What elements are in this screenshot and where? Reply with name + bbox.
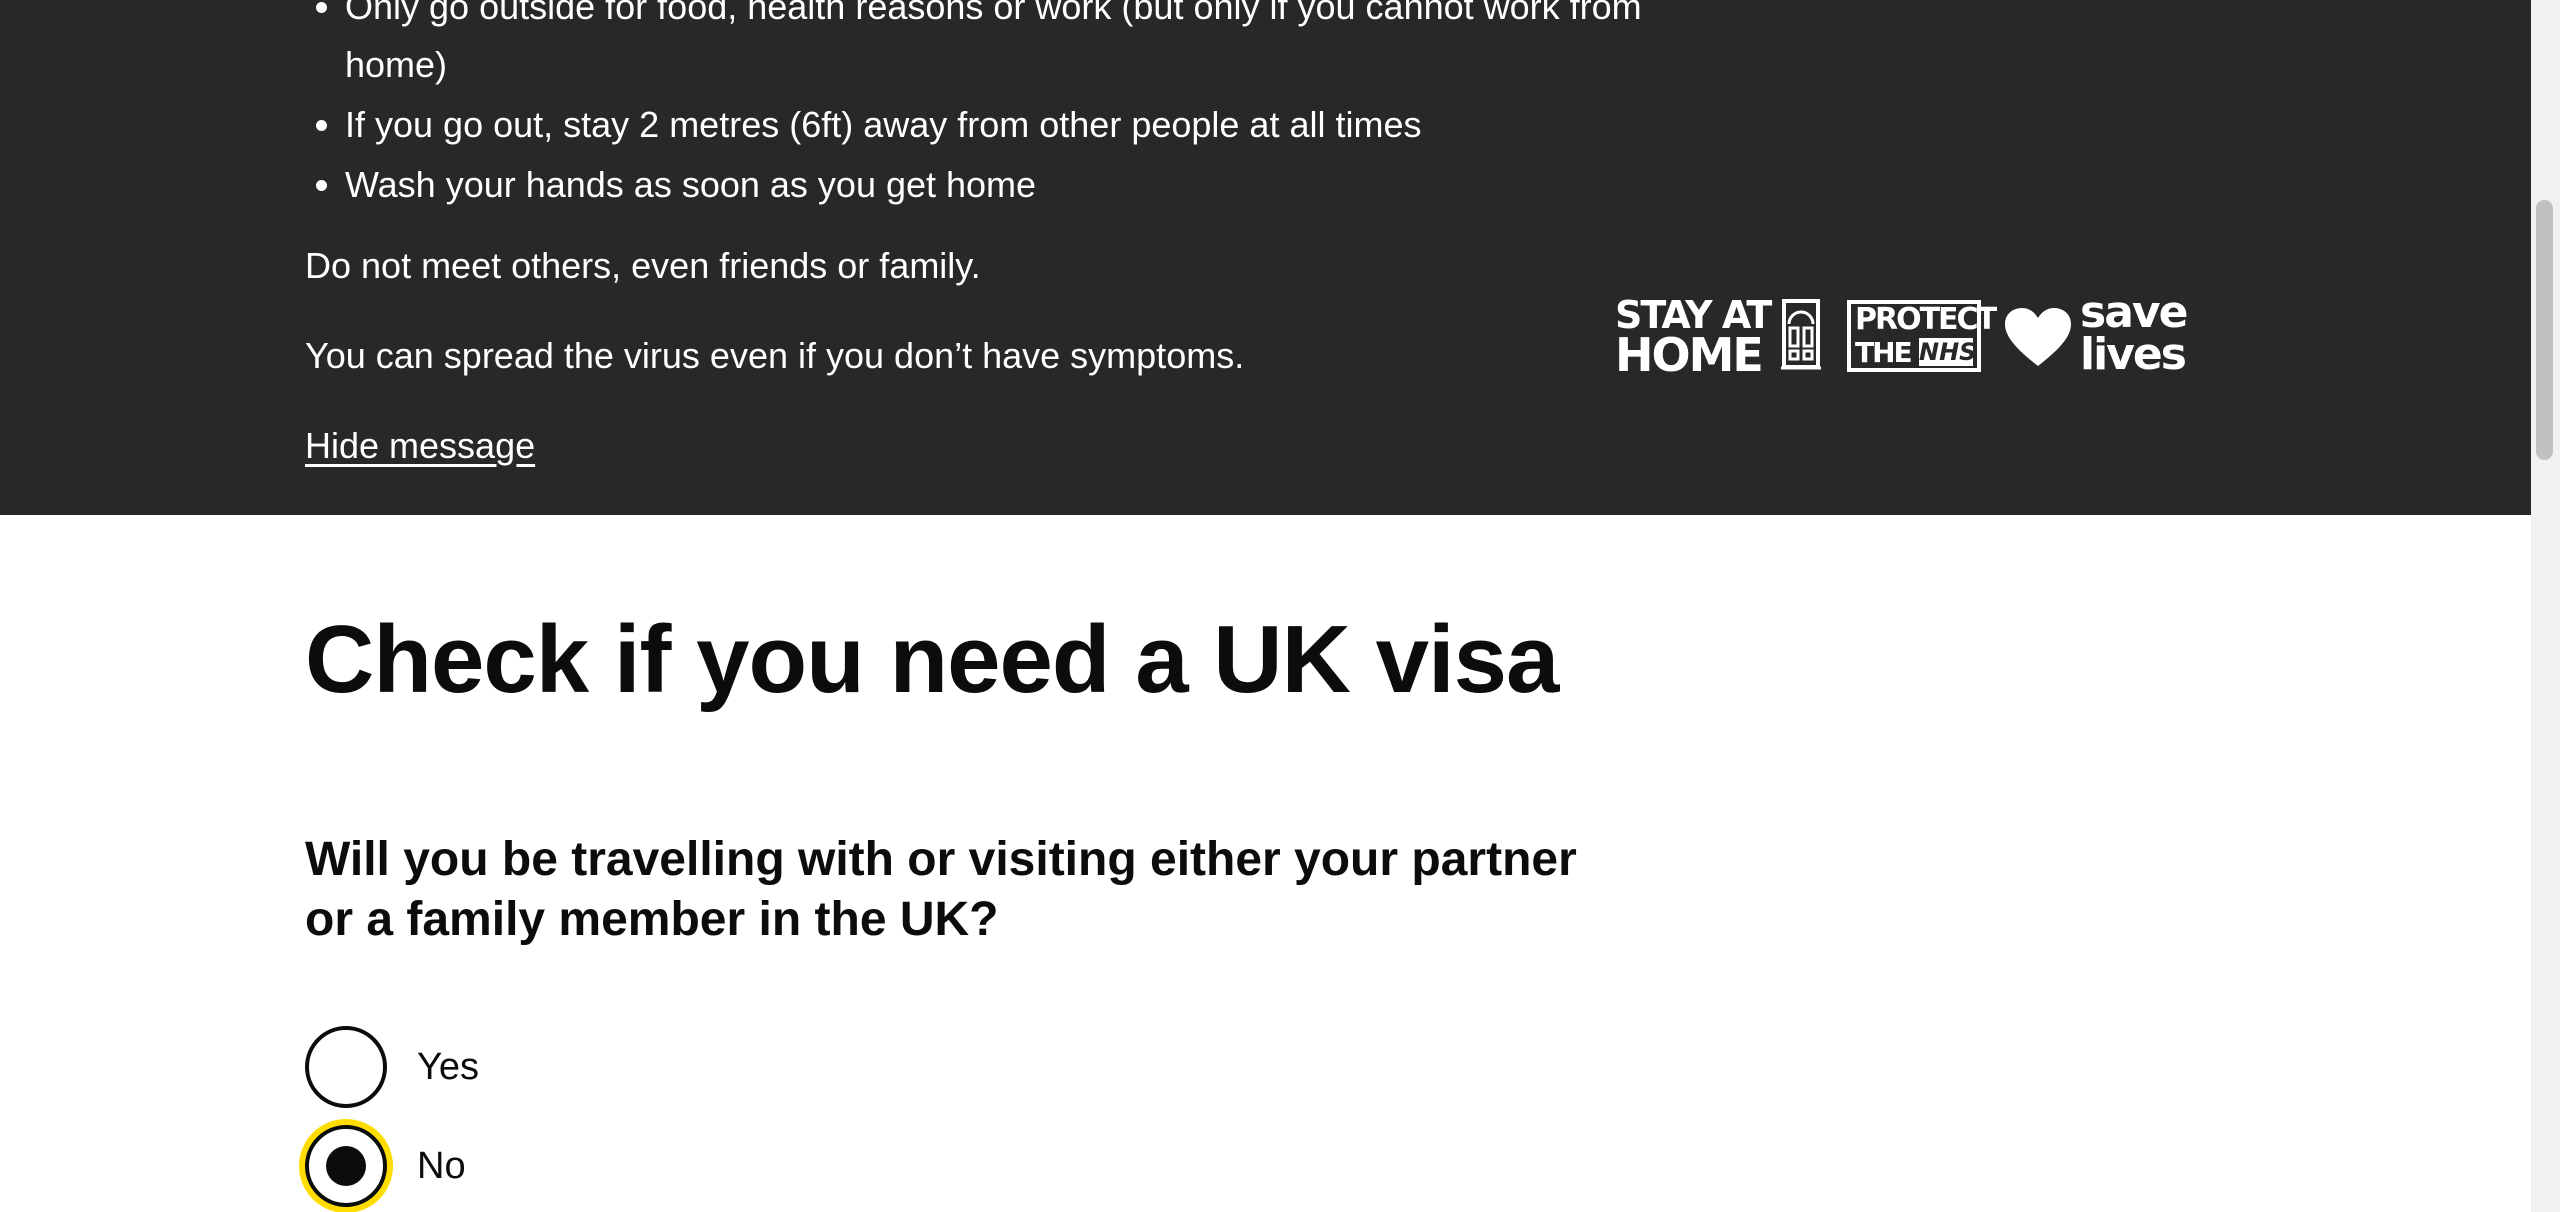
radio-option-yes[interactable]: Yes xyxy=(305,1025,479,1109)
door-icon xyxy=(1781,299,1821,370)
scrollbar-thumb[interactable] xyxy=(2536,200,2553,460)
radio-selected-dot xyxy=(326,1146,366,1186)
radio-option-no[interactable]: No xyxy=(305,1124,466,1208)
slogan-protect: PROTECT xyxy=(1855,302,1997,337)
page-scrollbar[interactable] xyxy=(2531,0,2560,1212)
slogan-the: THE xyxy=(1855,336,1913,369)
banner-text-meet: Do not meet others, even friends or fami… xyxy=(305,245,981,286)
radio-button[interactable] xyxy=(305,1026,387,1108)
advice-item: Only go outside for food, health reasons… xyxy=(345,0,1665,94)
radio-label[interactable]: Yes xyxy=(417,1043,479,1091)
stay-home-slogan-logo: STAY AT HOME PROTECT THE NHS save lives xyxy=(1615,291,2200,382)
nhs-logo: NHS xyxy=(1919,338,1977,366)
advice-item: If you go out, stay 2 metres (6ft) away … xyxy=(345,96,1665,154)
radio-button[interactable] xyxy=(305,1125,387,1207)
hide-message-link[interactable]: Hide message xyxy=(305,420,535,472)
coronavirus-banner: Only go outside for food, health reasons… xyxy=(0,0,2531,515)
slogan-lives: lives xyxy=(2080,329,2187,380)
advice-item: Wash your hands as soon as you get home xyxy=(345,156,1665,214)
question-heading: Will you be travelling with or visiting … xyxy=(305,833,1577,946)
slogan-save: save xyxy=(2080,287,2188,338)
page-title: Check if you need a UK visa xyxy=(305,606,1559,713)
radio-label[interactable]: No xyxy=(417,1142,466,1190)
slogan-home: HOME xyxy=(1615,328,1764,382)
advice-list: Only go outside for food, health reasons… xyxy=(305,0,1665,216)
banner-text-spread: You can spread the virus even if you don… xyxy=(305,335,1245,376)
heart-icon xyxy=(2005,308,2071,366)
